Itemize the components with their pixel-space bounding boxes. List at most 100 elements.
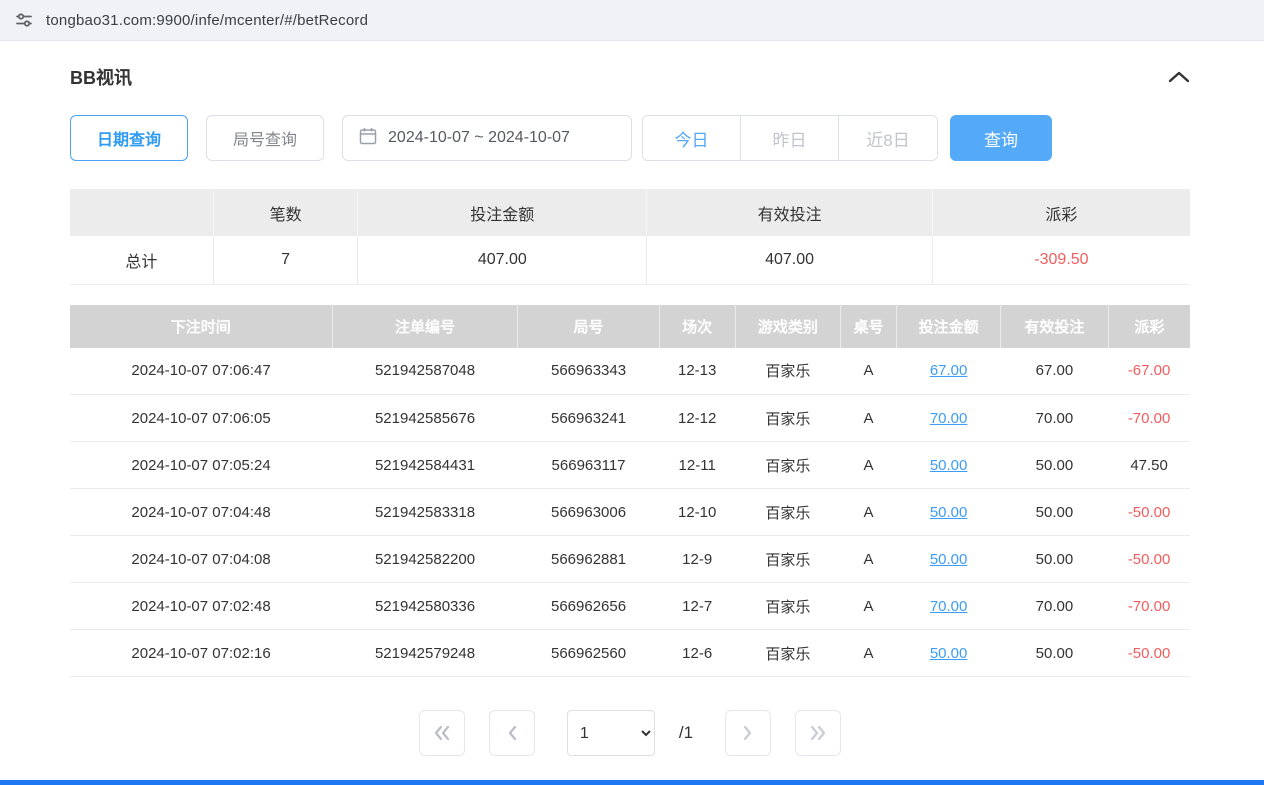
column-header: 下注时间	[70, 305, 332, 348]
table-cell: 12-6	[659, 630, 735, 677]
summary-column-header	[70, 189, 213, 236]
column-header: 游戏类别	[735, 305, 840, 348]
pagination: 1 /1	[70, 710, 1190, 756]
date-query-button[interactable]: 日期查询	[70, 115, 188, 161]
table-cell: A	[841, 442, 897, 489]
table-row: 2024-10-07 07:04:08521942582200566962881…	[70, 536, 1190, 583]
column-header: 派彩	[1108, 305, 1190, 348]
summary-column-header: 投注金额	[358, 189, 647, 236]
table-cell: 2024-10-07 07:06:47	[70, 348, 332, 395]
table-cell: 50.00	[897, 442, 1001, 489]
site-settings-icon[interactable]	[14, 10, 34, 30]
summary-table: 笔数投注金额有效投注派彩 总计7407.00407.00-309.50	[70, 189, 1190, 285]
table-row: 2024-10-07 07:04:48521942583318566963006…	[70, 489, 1190, 536]
column-header: 有效投注	[1001, 305, 1109, 348]
table-cell: 566963006	[518, 489, 659, 536]
column-header: 场次	[659, 305, 735, 348]
bet-amount-link[interactable]: 70.00	[930, 598, 968, 615]
table-cell: A	[841, 395, 897, 442]
table-cell: 12-11	[659, 442, 735, 489]
bet-amount-link[interactable]: 67.00	[930, 362, 968, 379]
summary-cell: 407.00	[647, 236, 933, 284]
round-query-button[interactable]: 局号查询	[206, 115, 324, 161]
quick-filter-button[interactable]: 今日	[643, 116, 741, 160]
summary-cell: 407.00	[358, 236, 647, 284]
table-cell: 566963117	[518, 442, 659, 489]
table-cell: 百家乐	[735, 583, 840, 630]
table-row: 2024-10-07 07:02:48521942580336566962656…	[70, 583, 1190, 630]
prev-page-button[interactable]	[489, 710, 535, 756]
table-cell: 70.00	[1001, 583, 1109, 630]
bet-amount-link[interactable]: 50.00	[930, 645, 968, 662]
table-cell: 70.00	[897, 583, 1001, 630]
quick-filter-group: 今日昨日近8日	[642, 115, 938, 161]
search-button[interactable]: 查询	[950, 115, 1052, 161]
table-cell: 百家乐	[735, 348, 840, 395]
table-cell: 566962560	[518, 630, 659, 677]
date-range-value: 2024-10-07 ~ 2024-10-07	[388, 129, 570, 147]
table-cell: 2024-10-07 07:05:24	[70, 442, 332, 489]
table-cell: -50.00	[1108, 536, 1190, 583]
table-cell: 2024-10-07 07:02:16	[70, 630, 332, 677]
table-cell: 521942585676	[332, 395, 518, 442]
table-row: 2024-10-07 07:05:24521942584431566963117…	[70, 442, 1190, 489]
page-select[interactable]: 1	[567, 710, 655, 756]
date-range-input[interactable]: 2024-10-07 ~ 2024-10-07	[342, 115, 632, 161]
table-cell: 521942583318	[332, 489, 518, 536]
bet-record-table: 下注时间注单编号局号场次游戏类别桌号投注金额有效投注派彩 2024-10-07 …	[70, 305, 1190, 678]
table-cell: 50.00	[1001, 442, 1109, 489]
table-cell: A	[841, 630, 897, 677]
table-cell: A	[841, 348, 897, 395]
summary-total-row: 总计7407.00407.00-309.50	[70, 236, 1190, 284]
chevron-up-icon[interactable]	[1168, 70, 1190, 84]
table-cell: -70.00	[1108, 395, 1190, 442]
next-page-button[interactable]	[725, 710, 771, 756]
table-cell: 12-9	[659, 536, 735, 583]
table-cell: 566963241	[518, 395, 659, 442]
table-cell: 百家乐	[735, 395, 840, 442]
table-cell: 70.00	[1001, 395, 1109, 442]
table-cell: 百家乐	[735, 489, 840, 536]
url-text[interactable]: tongbao31.com:9900/infe/mcenter/#/betRec…	[46, 12, 368, 29]
table-row: 2024-10-07 07:02:16521942579248566962560…	[70, 630, 1190, 677]
table-cell: 521942584431	[332, 442, 518, 489]
table-cell: -50.00	[1108, 630, 1190, 677]
bet-amount-link[interactable]: 50.00	[930, 504, 968, 521]
table-cell: A	[841, 583, 897, 630]
table-cell: 521942582200	[332, 536, 518, 583]
table-cell: A	[841, 489, 897, 536]
column-header: 注单编号	[332, 305, 518, 348]
quick-filter-button[interactable]: 近8日	[839, 116, 937, 160]
bet-amount-link[interactable]: 50.00	[930, 457, 968, 474]
table-cell: A	[841, 536, 897, 583]
page-total-label: /1	[679, 723, 693, 743]
table-cell: 70.00	[897, 395, 1001, 442]
column-header: 局号	[518, 305, 659, 348]
table-cell: -50.00	[1108, 489, 1190, 536]
table-cell: 521942579248	[332, 630, 518, 677]
summary-cell: 总计	[70, 236, 213, 284]
table-cell: 566963343	[518, 348, 659, 395]
table-cell: -70.00	[1108, 583, 1190, 630]
table-cell: 2024-10-07 07:06:05	[70, 395, 332, 442]
table-cell: 2024-10-07 07:04:48	[70, 489, 332, 536]
summary-column-header: 派彩	[932, 189, 1190, 236]
summary-column-header: 有效投注	[647, 189, 933, 236]
bet-amount-link[interactable]: 70.00	[930, 410, 968, 427]
table-cell: 566962881	[518, 536, 659, 583]
table-cell: 2024-10-07 07:02:48	[70, 583, 332, 630]
last-page-button[interactable]	[795, 710, 841, 756]
summary-cell: 7	[213, 236, 357, 284]
table-cell: 50.00	[1001, 536, 1109, 583]
table-cell: 12-13	[659, 348, 735, 395]
page-title: BB视讯	[70, 64, 132, 90]
quick-filter-button[interactable]: 昨日	[741, 116, 839, 160]
table-cell: 521942587048	[332, 348, 518, 395]
table-cell: 566962656	[518, 583, 659, 630]
table-cell: 47.50	[1108, 442, 1190, 489]
bet-amount-link[interactable]: 50.00	[930, 551, 968, 568]
table-cell: 12-7	[659, 583, 735, 630]
table-cell: 12-12	[659, 395, 735, 442]
bottom-accent-bar	[0, 780, 1264, 785]
first-page-button[interactable]	[419, 710, 465, 756]
